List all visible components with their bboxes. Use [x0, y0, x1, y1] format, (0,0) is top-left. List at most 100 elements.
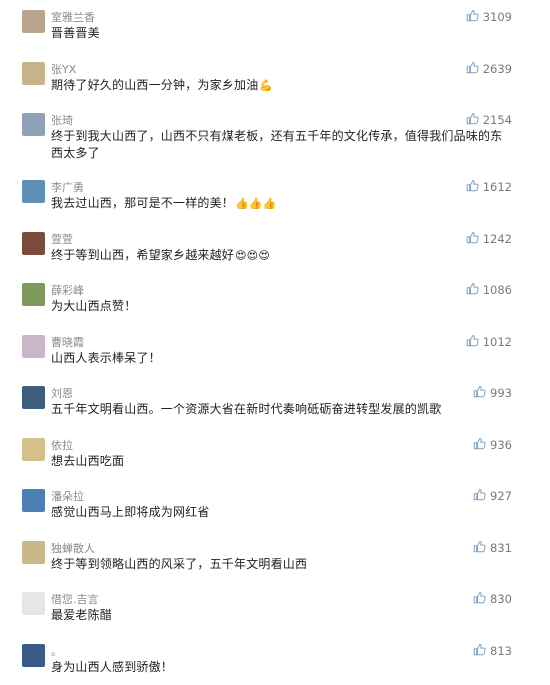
- comment-body: 山西人表示棒呆了！: [51, 351, 161, 365]
- like-count: 2154: [483, 113, 512, 127]
- comment-body: 期待了好久的山西一分钟，为家乡加油: [51, 78, 258, 92]
- comment-author[interactable]: 刘恩: [51, 385, 73, 401]
- comment-body: 五千年文明看山西。一个资源大省在新时代奏响砥砺奋进转型发展的凯歌: [51, 402, 441, 416]
- thumbs-up-icon: [473, 488, 490, 504]
- comment-author[interactable]: 张琦: [51, 112, 73, 128]
- like-button[interactable]: 1242: [466, 231, 512, 247]
- comment-text: 期待了好久的山西一分钟，为家乡加油💪: [51, 77, 510, 94]
- thumbs-up-icon: [473, 437, 490, 453]
- comment-text: 终于等到山西，希望家乡越来越好😍😍😍: [51, 247, 510, 264]
- avatar[interactable]: [22, 386, 45, 409]
- comment-author[interactable]: 。: [51, 643, 62, 659]
- like-count: 927: [490, 489, 512, 503]
- comment-text: 山西人表示棒呆了！: [51, 350, 510, 367]
- comment-author[interactable]: 室雅兰香: [51, 9, 95, 25]
- avatar[interactable]: [22, 113, 45, 136]
- comment-item: 曹晓霞 1012 山西人表示棒呆了！: [0, 325, 550, 377]
- comment-text: 身为山西人感到骄傲！: [51, 659, 510, 676]
- comment-author[interactable]: 依拉: [51, 437, 73, 453]
- like-button[interactable]: 927: [473, 488, 512, 504]
- comment-item: 。 813 身为山西人感到骄傲！: [0, 634, 550, 685]
- like-count: 3109: [483, 10, 512, 24]
- avatar[interactable]: [22, 592, 45, 615]
- comment-body: 我去过山西，那可是不一样的美！: [51, 196, 234, 210]
- comment-item: 萱萱 1242 终于等到山西，希望家乡越来越好😍😍😍: [0, 222, 550, 274]
- like-count: 1012: [483, 335, 512, 349]
- comment-text: 我去过山西，那可是不一样的美！👍👍👍: [51, 195, 510, 212]
- thumbs-up-icon: [466, 9, 483, 25]
- comment-text: 感觉山西马上即将成为网红省: [51, 504, 510, 521]
- comment-item: 薛彩峰 1086 为大山西点赞！: [0, 273, 550, 325]
- avatar[interactable]: [22, 283, 45, 306]
- comment-author[interactable]: 李广勇: [51, 179, 84, 195]
- thumbs-up-icon: [466, 112, 483, 128]
- comment-text: 终于到我大山西了，山西不只有煤老板，还有五千年的文化传承，值得我们品味的东西太多…: [51, 128, 510, 162]
- like-button[interactable]: 1086: [466, 282, 512, 298]
- comment-author[interactable]: 借您.吉言: [51, 591, 99, 607]
- avatar[interactable]: [22, 180, 45, 203]
- thumbs-up-icon: [466, 334, 483, 350]
- avatar[interactable]: [22, 232, 45, 255]
- comment-author[interactable]: 萱萱: [51, 231, 73, 247]
- comment-body: 终于到我大山西了，山西不只有煤老板，还有五千年的文化传承，值得我们品味的东西太多…: [51, 129, 502, 160]
- like-count: 2639: [483, 62, 512, 76]
- comment-item: 借您.吉言 830 最爱老陈醋: [0, 582, 550, 634]
- comment-item: 独蝉散人 831 终于等到领略山西的风采了，五千年文明看山西: [0, 531, 550, 583]
- avatar[interactable]: [22, 644, 45, 667]
- comment-item: 张YX 2639 期待了好久的山西一分钟，为家乡加油💪: [0, 52, 550, 104]
- like-button[interactable]: 936: [473, 437, 512, 453]
- comment-emoji: 💪: [259, 79, 273, 92]
- thumbs-up-icon: [473, 591, 490, 607]
- comment-body: 感觉山西马上即将成为网红省: [51, 505, 210, 519]
- comment-body: 身为山西人感到骄傲！: [51, 660, 173, 674]
- like-count: 1242: [483, 232, 512, 246]
- comment-item: 李广勇 1612 我去过山西，那可是不一样的美！👍👍👍: [0, 170, 550, 222]
- like-count: 1086: [483, 283, 512, 297]
- like-button[interactable]: 1612: [466, 179, 512, 195]
- comment-body: 为大山西点赞！: [51, 299, 136, 313]
- like-count: 993: [490, 386, 512, 400]
- thumbs-up-icon: [473, 643, 490, 659]
- thumbs-up-icon: [466, 231, 483, 247]
- like-count: 1612: [483, 180, 512, 194]
- like-button[interactable]: 830: [473, 591, 512, 607]
- avatar[interactable]: [22, 541, 45, 564]
- comment-author[interactable]: 曹晓霞: [51, 334, 84, 350]
- like-button[interactable]: 813: [473, 643, 512, 659]
- comment-item: 潘朵拉 927 感觉山西马上即将成为网红省: [0, 479, 550, 531]
- comment-text: 五千年文明看山西。一个资源大省在新时代奏响砥砺奋进转型发展的凯歌: [51, 401, 510, 418]
- comment-author[interactable]: 独蝉散人: [51, 540, 95, 556]
- comment-item: 张琦 2154 终于到我大山西了，山西不只有煤老板，还有五千年的文化传承，值得我…: [0, 103, 550, 170]
- comment-body: 晋善晋美: [51, 26, 100, 40]
- like-button[interactable]: 3109: [466, 9, 512, 25]
- like-count: 831: [490, 541, 512, 555]
- avatar[interactable]: [22, 335, 45, 358]
- comment-author[interactable]: 潘朵拉: [51, 488, 84, 504]
- avatar[interactable]: [22, 62, 45, 85]
- like-button[interactable]: 2154: [466, 112, 512, 128]
- like-button[interactable]: 2639: [466, 61, 512, 77]
- thumbs-up-icon: [466, 282, 483, 298]
- comment-author[interactable]: 薛彩峰: [51, 282, 84, 298]
- thumbs-up-icon: [473, 540, 490, 556]
- comment-text: 终于等到领略山西的风采了，五千年文明看山西: [51, 556, 510, 573]
- comment-item: 依拉 936 想去山西吃面: [0, 428, 550, 480]
- thumbs-up-icon: [473, 385, 490, 401]
- like-button[interactable]: 831: [473, 540, 512, 556]
- avatar[interactable]: [22, 438, 45, 461]
- like-button[interactable]: 993: [473, 385, 512, 401]
- comment-body: 想去山西吃面: [51, 454, 124, 468]
- comment-body: 终于等到山西，希望家乡越来越好: [51, 248, 234, 262]
- comment-emoji: 👍👍👍: [235, 197, 277, 210]
- like-button[interactable]: 1012: [466, 334, 512, 350]
- avatar[interactable]: [22, 489, 45, 512]
- avatar[interactable]: [22, 10, 45, 33]
- comment-author[interactable]: 张YX: [51, 61, 76, 77]
- like-count: 813: [490, 644, 512, 658]
- comment-text: 晋善晋美: [51, 25, 510, 42]
- comment-body: 终于等到领略山西的风采了，五千年文明看山西: [51, 557, 307, 571]
- comment-text: 为大山西点赞！: [51, 298, 510, 315]
- like-count: 830: [490, 592, 512, 606]
- comment-list: 室雅兰香 3109 晋善晋美 张YX 2639 期待了好久的山西一分钟，为家乡加…: [0, 0, 550, 685]
- thumbs-up-icon: [466, 179, 483, 195]
